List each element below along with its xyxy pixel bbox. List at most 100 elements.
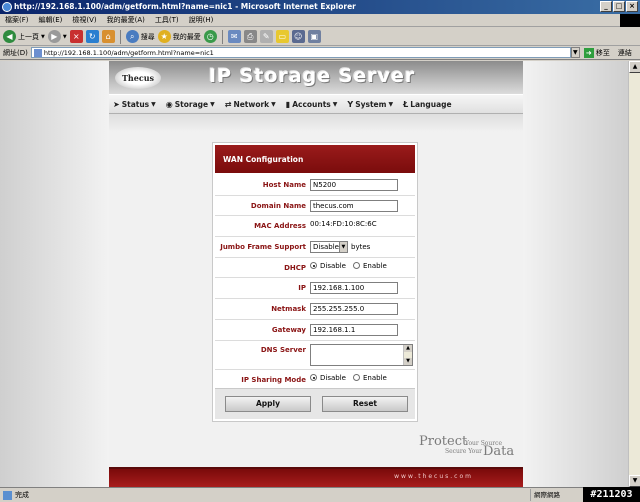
left-gradient [0, 61, 109, 487]
gateway-label: Gateway [271, 325, 306, 334]
back-button[interactable]: ◀ 上一頁 ▼ [3, 30, 45, 43]
ip-sharing-disable-label: Disable [320, 373, 346, 382]
favorites-button[interactable]: ★ 我的最愛 [157, 30, 201, 43]
address-bar: 網址(D) http://192.168.1.100/adm/getform.h… [0, 46, 640, 60]
watermark: #211203 [583, 487, 640, 502]
dns-server-textarea[interactable]: ▲ ▼ [310, 343, 413, 366]
panel-title: WAN Configuration [215, 145, 415, 173]
dhcp-disable-radio[interactable] [310, 262, 317, 270]
nav-storage[interactable]: ◉ Storage ▼ [166, 100, 215, 109]
scroll-up-icon[interactable]: ▲ [629, 61, 640, 73]
domain-name-input[interactable] [310, 199, 398, 212]
scroll-down-icon[interactable]: ▼ [404, 357, 412, 365]
windows-flag-icon [620, 14, 640, 27]
dns-server-label: DNS Server [260, 345, 306, 354]
nav-system-label: System [355, 99, 387, 109]
chevron-down-icon: ▼ [338, 242, 347, 253]
tagline-secure-your: Secure Your [445, 448, 482, 455]
nas-admin-page: Thecus IP Storage Server ➤ Status ▼ ◉ St… [109, 61, 523, 487]
netmask-input[interactable] [310, 303, 398, 316]
menu-edit[interactable]: 編輯(E) [34, 14, 68, 26]
status-text: 完成 [15, 491, 29, 499]
reset-button[interactable]: Reset [322, 396, 408, 412]
row-netmask: Netmask [215, 299, 415, 320]
close-button[interactable]: × [626, 1, 638, 12]
status-bar: 完成 網際網路 [0, 487, 640, 502]
maximize-button[interactable]: □ [613, 1, 625, 12]
jumbo-frame-select[interactable]: Disable ▼ [310, 241, 348, 254]
jumbo-frame-value: Disable [313, 243, 339, 252]
wan-config-panel: WAN Configuration Host Name Domain Name … [213, 143, 417, 421]
history-icon[interactable]: ◷ [203, 30, 217, 43]
nav-language[interactable]: Ł Language [403, 100, 452, 109]
scroll-up-icon[interactable]: ▲ [404, 344, 412, 352]
nav-status[interactable]: ➤ Status ▼ [113, 100, 156, 109]
nav-system[interactable]: Y System ▼ [347, 100, 393, 109]
row-mac-address: MAC Address 00:14:FD:10:8C:6C [215, 216, 415, 238]
search-button[interactable]: ⌕ 搜尋 [125, 30, 155, 43]
print-icon[interactable]: ⎙ [243, 30, 257, 43]
nav-accounts[interactable]: ▮ Accounts ▼ [286, 100, 338, 109]
chevron-down-icon: ▼ [271, 100, 276, 108]
nav-network[interactable]: ⇄ Network ▼ [225, 100, 276, 109]
menu-tools[interactable]: 工具(T) [150, 14, 184, 26]
chevron-down-icon: ▼ [388, 100, 394, 108]
mac-address-label: MAC Address [254, 222, 306, 231]
zone-label: 網際網路 [530, 489, 560, 501]
gateway-input[interactable] [310, 323, 398, 336]
dhcp-enable-radio[interactable] [352, 262, 360, 270]
links-button[interactable]: 連結 [618, 48, 632, 58]
thecus-logo: Thecus [115, 67, 161, 89]
window-title: http://192.168.1.100/adm/getform.html?na… [14, 2, 356, 11]
dhcp-disable-label: Disable [320, 261, 346, 270]
nav-storage-label: Storage [174, 99, 209, 109]
stop-icon[interactable]: × [69, 30, 83, 43]
address-input[interactable]: http://192.168.1.100/adm/getform.html?na… [30, 47, 571, 58]
address-dropdown[interactable]: ▼ [570, 47, 580, 58]
scroll-down-icon[interactable]: ▼ [629, 475, 640, 487]
main-nav: ➤ Status ▼ ◉ Storage ▼ ⇄ Network ▼ ▮ Acc… [109, 94, 523, 114]
folder-icon[interactable]: ▭ [275, 30, 289, 43]
back-label: 上一頁 [18, 32, 39, 41]
textarea-scrollbar[interactable]: ▲ ▼ [403, 344, 412, 365]
nav-accounts-label: Accounts [292, 99, 331, 109]
research-icon[interactable]: ▣ [307, 30, 321, 43]
search-label: 搜尋 [140, 32, 155, 41]
domain-name-label: Domain Name [250, 201, 306, 210]
chevron-down-icon: ▼ [332, 100, 338, 108]
ip-input[interactable] [310, 282, 398, 295]
host-name-input[interactable] [310, 179, 398, 191]
apply-button[interactable]: Apply [225, 396, 311, 412]
home-icon[interactable]: ⌂ [101, 30, 115, 43]
mail-icon[interactable]: ✉ [227, 30, 241, 43]
status-icon: ➤ [113, 99, 120, 109]
toolbar: ◀ 上一頁 ▼ ▶ ▼ × ↻ ⌂ ⌕ 搜尋 ★ 我的最愛 ◷ ✉ ⎙ ✎ ▭ … [0, 28, 640, 46]
go-label: 移至 [595, 48, 610, 57]
site-footer: www.thecus.com [109, 467, 523, 487]
chevron-down-icon: ▼ [151, 100, 156, 108]
go-button[interactable]: ➜ 移至 [583, 47, 610, 58]
netmask-label: Netmask [271, 305, 306, 314]
form-rows: Host Name Domain Name MAC Address 00:14:… [215, 175, 415, 391]
footer-url[interactable]: www.thecus.com [394, 473, 473, 480]
edit-icon[interactable]: ✎ [259, 30, 273, 43]
row-jumbo-frame: Jumbo Frame Support Disable ▼ bytes [215, 237, 415, 258]
page-icon [33, 48, 42, 57]
page-done-icon [3, 490, 12, 500]
address-url: http://192.168.1.100/adm/getform.html?na… [43, 48, 214, 57]
storage-icon: ◉ [165, 99, 173, 109]
menu-file[interactable]: 檔案(F) [0, 14, 34, 26]
window-titlebar: http://192.168.1.100/adm/getform.html?na… [0, 0, 640, 14]
ip-sharing-enable-radio[interactable] [352, 374, 360, 381]
minimize-button[interactable]: _ [600, 1, 612, 12]
messenger-icon[interactable]: ☺ [291, 30, 305, 43]
page-scrollbar[interactable]: ▲ ▼ [628, 61, 640, 487]
toolbar-separator [119, 29, 121, 44]
menu-view[interactable]: 檢視(V) [67, 14, 101, 26]
forward-button[interactable]: ▶ ▼ [47, 30, 67, 43]
ip-sharing-enable-label: Enable [362, 373, 387, 382]
ip-sharing-disable-radio[interactable] [310, 374, 317, 381]
menu-favorites[interactable]: 我的最愛(A) [102, 14, 150, 26]
menu-help[interactable]: 說明(H) [184, 14, 219, 26]
refresh-icon[interactable]: ↻ [85, 30, 99, 43]
